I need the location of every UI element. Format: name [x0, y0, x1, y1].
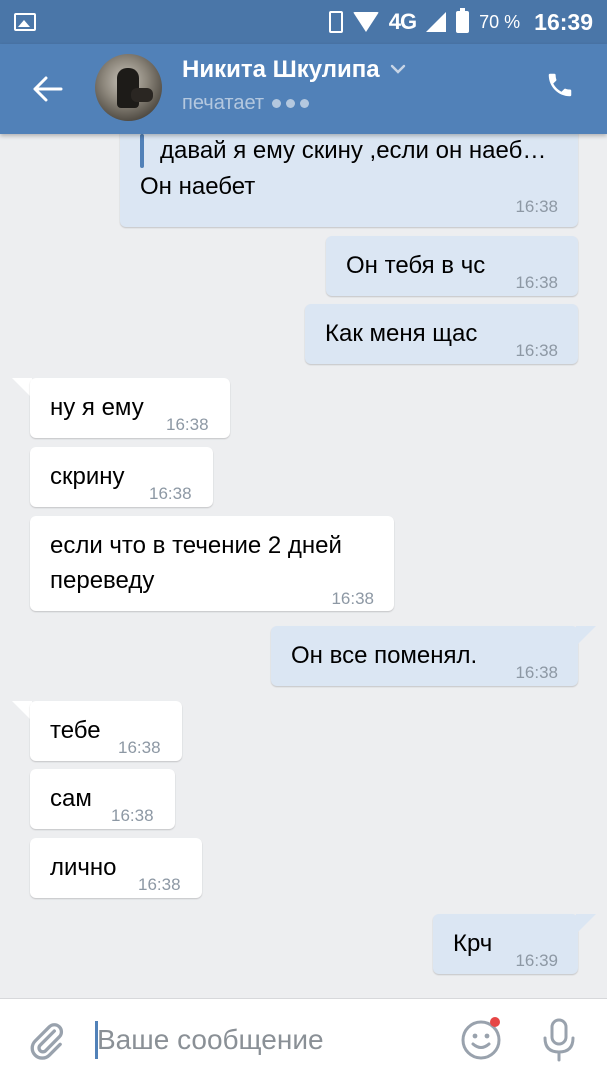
quote-bar: [140, 134, 144, 168]
message-bubble-in[interactable]: лично 16:38: [30, 838, 202, 898]
signal-icon: [426, 12, 447, 32]
message-text: Как меня щас: [325, 320, 478, 347]
message-text: Он все поменял.: [291, 642, 478, 669]
message-time: 16:38: [515, 663, 558, 682]
message-bubble-in[interactable]: если что в течение 2 дней переведу 16:38: [30, 516, 394, 611]
chat-header: Никита Шкулипа печатает: [0, 44, 607, 134]
image-notification-icon: [14, 13, 36, 31]
vibrate-icon: [328, 11, 343, 33]
back-button[interactable]: [0, 44, 96, 134]
typing-status: печатает: [182, 92, 265, 114]
arrow-left-icon: [33, 76, 63, 102]
message-bubble-in[interactable]: тебе 16:38: [30, 701, 182, 761]
voice-message-button[interactable]: [541, 1017, 577, 1063]
message-bubble-out[interactable]: Он все поменял. 16:38: [271, 626, 578, 686]
chat-title[interactable]: Никита Шкулипа печатает: [182, 56, 406, 115]
status-bar: 4G 70 % 16:39: [0, 0, 607, 44]
message-text: Крч: [453, 930, 493, 957]
message-text: если что в течение 2 дней: [50, 532, 342, 559]
phone-icon: [548, 73, 572, 97]
message-text: тебе: [50, 717, 101, 744]
message-list[interactable]: давай я ему скину ,если он наеб… Он наеб…: [0, 124, 607, 998]
message-bubble-in[interactable]: сам 16:38: [30, 769, 175, 829]
message-time: 16:38: [515, 273, 558, 292]
message-bubble-in[interactable]: скрину 16:38: [30, 447, 213, 507]
bubble-tail: [12, 378, 32, 398]
message-text: сам: [50, 785, 92, 812]
bubble-tail: [576, 914, 596, 934]
chevron-down-icon: [390, 61, 406, 79]
message-bubble-out[interactable]: Крч 16:39: [433, 914, 578, 974]
message-bubble-in[interactable]: ну я ему 16:38: [30, 378, 230, 438]
message-input[interactable]: Ваше сообщение: [97, 1024, 324, 1056]
paperclip-icon: [30, 1023, 64, 1060]
message-bubble-out[interactable]: Как меня щас 16:38: [305, 304, 578, 364]
message-text: ну я ему: [50, 394, 144, 421]
wifi-icon: [352, 12, 379, 32]
message-text: скрину: [50, 463, 125, 490]
attach-button[interactable]: [26, 1019, 66, 1063]
contact-name: Никита Шкулипа: [182, 56, 380, 83]
microphone-icon: [543, 1018, 575, 1062]
typing-dots-icon: [272, 99, 310, 108]
message-time: 16:38: [331, 589, 374, 608]
notification-dot: [490, 1017, 500, 1027]
avatar[interactable]: [95, 54, 162, 121]
network-type: 4G: [388, 9, 417, 34]
message-time: 16:38: [138, 875, 181, 894]
message-text: Он тебя в чс: [346, 252, 486, 279]
battery-percent: 70 %: [479, 11, 521, 32]
message-time: 16:38: [515, 197, 558, 216]
message-text: лично: [50, 854, 117, 881]
message-bubble-out[interactable]: давай я ему скину ,если он наеб… Он наеб…: [120, 124, 578, 227]
battery-icon: [456, 8, 470, 33]
message-time: 16:38: [515, 341, 558, 360]
bubble-tail: [12, 701, 32, 721]
quoted-text: давай я ему скину ,если он наеб…: [160, 137, 547, 164]
message-time: 16:39: [515, 951, 558, 970]
message-text-line2: переведу: [50, 567, 155, 594]
message-time: 16:38: [149, 484, 192, 503]
call-button[interactable]: [545, 70, 585, 110]
message-composer: Ваше сообщение: [0, 998, 607, 1080]
message-time: 16:38: [111, 806, 154, 825]
message-time: 16:38: [118, 738, 161, 757]
clock: 16:39: [534, 8, 593, 35]
bubble-tail: [576, 626, 596, 646]
message-text: Он наебет: [140, 173, 256, 200]
message-time: 16:38: [166, 415, 209, 434]
message-bubble-out[interactable]: Он тебя в чс 16:38: [326, 236, 578, 296]
